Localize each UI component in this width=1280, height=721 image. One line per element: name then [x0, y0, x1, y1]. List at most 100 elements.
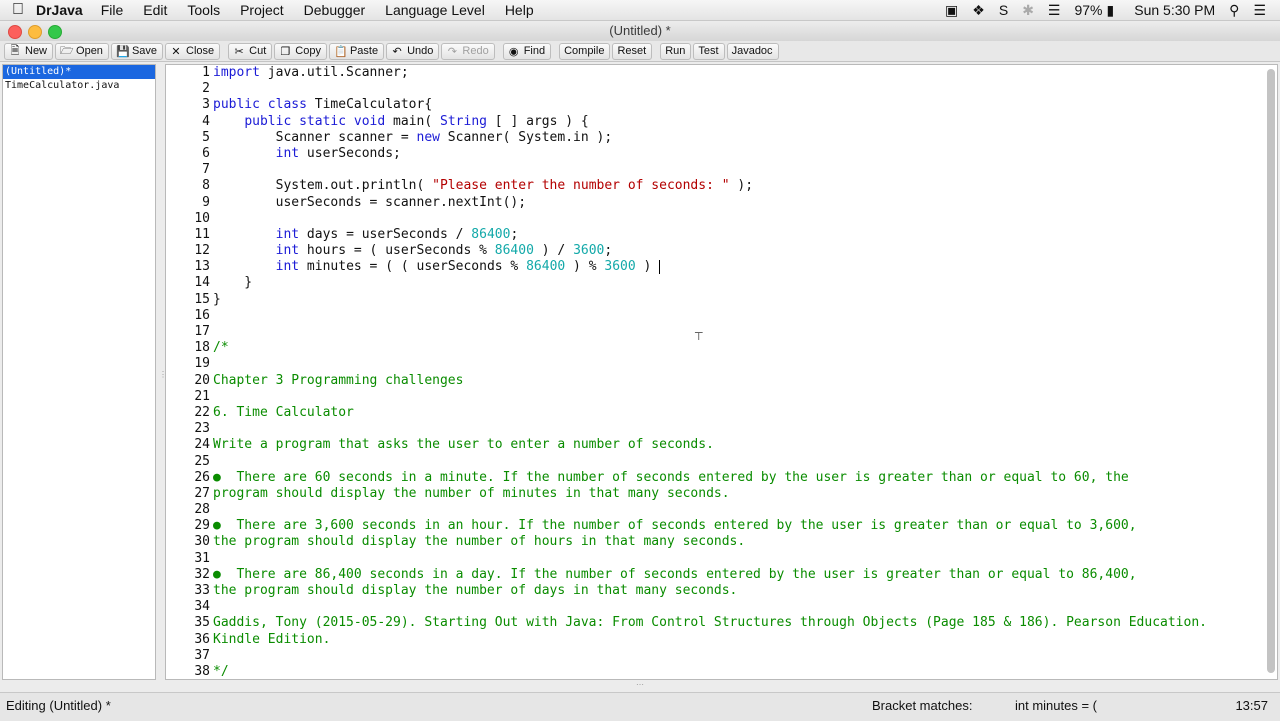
code-line[interactable]: int hours = ( userSeconds % 86400 ) / 36…	[213, 243, 1259, 259]
new-button[interactable]: 🗎 New	[4, 42, 54, 60]
line-number: 22	[194, 404, 210, 420]
find-button[interactable]: ◉ Find	[502, 42, 552, 60]
menu-debugger[interactable]: Debugger	[304, 2, 366, 18]
status-bar: Editing (Untitled) * Bracket matches: in…	[0, 692, 1280, 721]
code-line[interactable]	[213, 389, 1259, 405]
line-number: 11	[194, 226, 210, 242]
new-label: New	[25, 45, 48, 57]
code-line[interactable]	[213, 454, 1259, 470]
cut-button[interactable]: ✂ Cut	[228, 42, 273, 60]
code-line[interactable]: ● There are 3,600 seconds in an hour. If…	[213, 518, 1259, 534]
code-line[interactable]: import java.util.Scanner;	[213, 65, 1259, 81]
vertical-split-handle[interactable]: ⋮	[157, 64, 167, 680]
line-number: 27	[194, 485, 210, 501]
compile-button[interactable]: Compile	[559, 42, 611, 60]
code-line[interactable]: Chapter 3 Programming challenges	[213, 373, 1259, 389]
line-number: 19	[194, 356, 210, 372]
paste-button[interactable]: 📋 Paste	[328, 42, 385, 60]
screen-record-icon[interactable]: ▣	[945, 2, 958, 19]
undo-button[interactable]: ↶ Undo	[386, 42, 440, 60]
apple-icon[interactable]: 	[0, 1, 36, 19]
code-line[interactable]: Write a program that asks the user to en…	[213, 437, 1259, 453]
code-line[interactable]: Scanner scanner = new Scanner( System.in…	[213, 130, 1259, 146]
code-line[interactable]: ● There are 86,400 seconds in a day. If …	[213, 567, 1259, 583]
window-zoom-button[interactable]	[48, 25, 62, 39]
line-number: 1	[202, 65, 210, 80]
code-line[interactable]: /*	[213, 340, 1259, 356]
code-line[interactable]: ​	[213, 324, 1259, 340]
code-line[interactable]: public static void main( String [ ] args…	[213, 114, 1259, 130]
code-line[interactable]: Kindle Edition.	[213, 632, 1259, 648]
run-button[interactable]: Run	[660, 42, 692, 60]
redo-button[interactable]: ↷ Redo	[441, 42, 495, 60]
menu-project[interactable]: Project	[240, 2, 284, 18]
battery-percent[interactable]: 97%	[1074, 2, 1102, 18]
code-line[interactable]	[213, 648, 1259, 664]
macos-menu-bar:  DrJava File Edit Tools Project Debugge…	[0, 0, 1280, 21]
menu-tools[interactable]: Tools	[187, 2, 220, 18]
code-line[interactable]: the program should display the number of…	[213, 583, 1259, 599]
binoculars-icon: ◉	[508, 45, 519, 58]
open-button[interactable]: 🗁 Open	[55, 42, 109, 60]
menu-help[interactable]: Help	[505, 2, 534, 18]
app-name-menu[interactable]: DrJava	[36, 2, 83, 18]
save-button[interactable]: 💾 Save	[110, 42, 164, 60]
code-line[interactable]	[213, 551, 1259, 567]
code-line[interactable]: public class TimeCalculator{	[213, 97, 1259, 113]
code-line[interactable]: ​	[213, 211, 1259, 227]
code-line[interactable]: */	[213, 664, 1259, 679]
code-text[interactable]: import java.util.Scanner;​public class T…	[213, 65, 1259, 679]
menu-language-level[interactable]: Language Level	[385, 2, 485, 18]
notification-center-icon[interactable]: ☰	[1253, 2, 1266, 19]
code-line[interactable]: int days = userSeconds / 86400;	[213, 227, 1259, 243]
bracket-matches-label: Bracket matches:	[872, 698, 973, 713]
code-line[interactable]: ​	[213, 162, 1259, 178]
code-line[interactable]: ​	[213, 81, 1259, 97]
javadoc-label: Javadoc	[731, 45, 773, 57]
editor-vertical-scrollbar[interactable]	[1267, 69, 1275, 673]
copy-button[interactable]: ❐ Copy	[274, 42, 327, 60]
bracket-matches-value: int minutes = (	[1015, 698, 1098, 713]
code-line[interactable]	[213, 356, 1259, 372]
open-files-pane: (Untitled)* TimeCalculator.java	[2, 64, 156, 680]
file-item-timecalculator[interactable]: TimeCalculator.java	[3, 79, 155, 93]
horizontal-split-handle[interactable]: ⋯	[0, 680, 1280, 691]
code-line[interactable]: the program should display the number of…	[213, 534, 1259, 550]
code-line[interactable]: ● There are 60 seconds in a minute. If t…	[213, 470, 1259, 486]
menu-file[interactable]: File	[101, 2, 124, 18]
battery-icon[interactable]: ▮	[1107, 2, 1115, 19]
line-number: 17	[194, 324, 210, 339]
code-line[interactable]: program should display the number of min…	[213, 486, 1259, 502]
menu-clock[interactable]: Sun 5:30 PM	[1134, 2, 1215, 18]
code-line[interactable]: }	[213, 292, 1259, 308]
run-label: Run	[665, 45, 686, 57]
code-line[interactable]: System.out.println( "Please enter the nu…	[213, 178, 1259, 194]
bluetooth-icon[interactable]: ✱	[1022, 2, 1034, 19]
code-line[interactable]: ​	[213, 308, 1259, 324]
code-editor[interactable]: 1 2 3 4 5 6 7 8 9 10 11 12 13 14 15 16 17 18 19 20 21 22 23 24 2…	[165, 64, 1278, 680]
wifi-icon[interactable]: ☰	[1048, 2, 1061, 19]
code-line[interactable]	[213, 502, 1259, 518]
menu-edit[interactable]: Edit	[143, 2, 167, 18]
code-line[interactable]: int minutes = ( ( userSeconds % 86400 ) …	[213, 259, 1259, 275]
code-line[interactable]	[213, 421, 1259, 437]
test-button[interactable]: Test	[693, 42, 725, 60]
close-button[interactable]: ✕ Close	[165, 42, 221, 60]
code-line[interactable]: int userSeconds;	[213, 146, 1259, 162]
file-item-untitled[interactable]: (Untitled)*	[3, 65, 155, 79]
code-line[interactable]: }	[213, 275, 1259, 291]
undo-label: Undo	[407, 45, 434, 57]
reset-button[interactable]: Reset	[612, 42, 653, 60]
line-number: 23	[194, 421, 210, 437]
javadoc-button[interactable]: Javadoc	[726, 42, 779, 60]
window-close-button[interactable]	[8, 25, 22, 39]
skype-icon[interactable]: S	[999, 2, 1008, 18]
spotlight-search-icon[interactable]: ⚲	[1229, 2, 1239, 19]
line-number: 4	[202, 113, 210, 129]
code-line[interactable]	[213, 599, 1259, 615]
code-line[interactable]: userSeconds = scanner.nextInt();	[213, 195, 1259, 211]
dropbox-icon[interactable]: ❖	[972, 2, 985, 19]
code-line[interactable]: Gaddis, Tony (2015-05-29). Starting Out …	[213, 615, 1259, 631]
window-minimize-button[interactable]	[28, 25, 42, 39]
code-line[interactable]: 6. Time Calculator	[213, 405, 1259, 421]
